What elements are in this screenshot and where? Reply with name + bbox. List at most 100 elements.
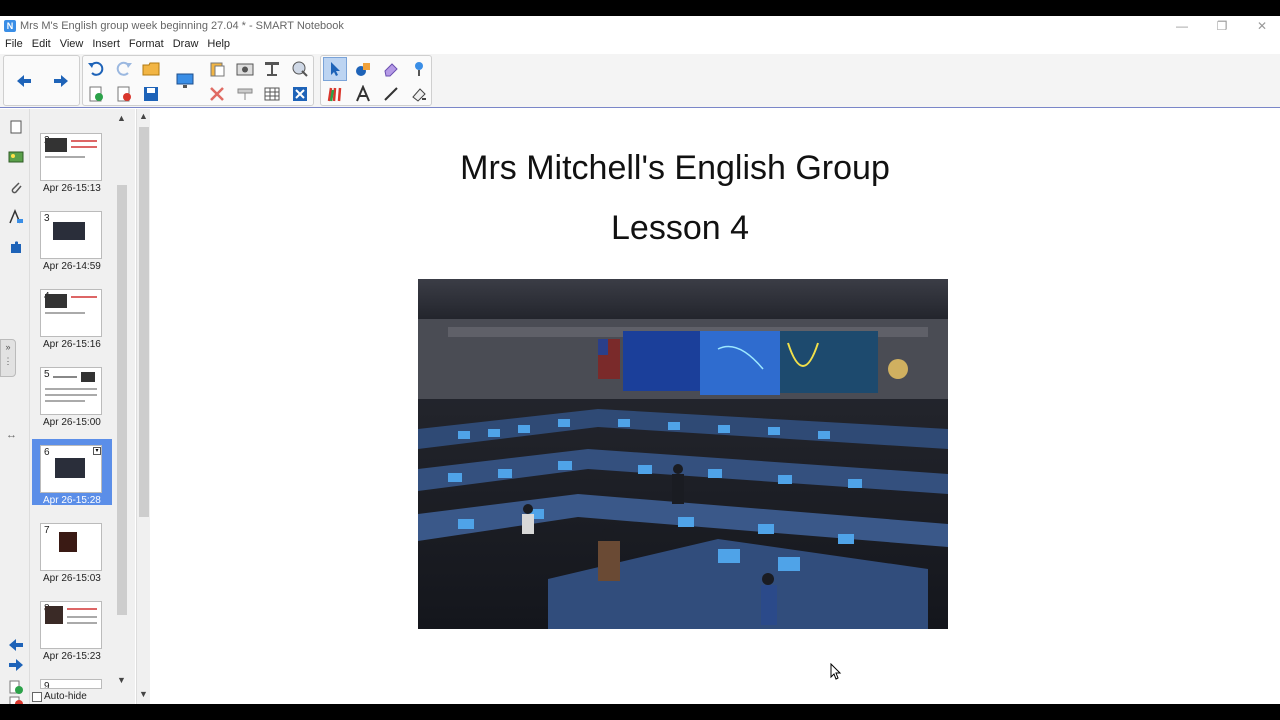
pen-button[interactable] bbox=[351, 57, 375, 81]
page-tools-group bbox=[82, 55, 314, 106]
back-icon bbox=[9, 639, 23, 651]
menu-edit[interactable]: Edit bbox=[31, 38, 55, 50]
save-icon bbox=[144, 87, 158, 101]
back-icon bbox=[17, 75, 31, 87]
screen-shade-button[interactable] bbox=[260, 57, 284, 81]
activity-button[interactable] bbox=[288, 57, 312, 81]
line-button[interactable] bbox=[379, 82, 403, 106]
select-icon bbox=[331, 62, 340, 76]
add-page-icon bbox=[89, 86, 103, 102]
page-date: Apr 26-15:23 bbox=[43, 651, 101, 662]
properties-tab[interactable] bbox=[6, 207, 26, 227]
delete-page-button[interactable] bbox=[112, 82, 136, 106]
thumbnail-image bbox=[45, 138, 67, 152]
page-thumbnail[interactable]: 8 bbox=[40, 601, 102, 649]
page-menu-dropdown[interactable]: ▾ bbox=[93, 447, 101, 455]
paste-button[interactable] bbox=[205, 57, 229, 81]
close-box-button[interactable] bbox=[288, 82, 312, 106]
add-ons-tab[interactable] bbox=[6, 237, 26, 257]
add-page-button[interactable] bbox=[84, 82, 108, 106]
eraser-button[interactable] bbox=[379, 57, 403, 81]
open-button[interactable] bbox=[139, 57, 163, 81]
paperclip-icon bbox=[11, 182, 22, 194]
canvas-scrollbar[interactable]: ▲ ▼ bbox=[136, 109, 150, 704]
side-delete-page-button[interactable] bbox=[6, 693, 26, 704]
shade-toggle-icon bbox=[237, 88, 253, 100]
sorter-scroll-thumb[interactable] bbox=[117, 185, 127, 615]
notebook-canvas[interactable]: Mrs Mitchell's English Group Lesson 4 bbox=[150, 109, 1280, 704]
page-thumbnail[interactable]: 3 bbox=[40, 211, 102, 259]
screen-capture-button[interactable] bbox=[233, 57, 257, 81]
page-thumbnail[interactable]: 2 bbox=[40, 133, 102, 181]
app-icon: N bbox=[4, 20, 16, 32]
smart-notebook-window: N Mrs M's English group week beginning 2… bbox=[0, 16, 1280, 704]
fill-button[interactable] bbox=[407, 82, 431, 106]
shade-toggle-button[interactable] bbox=[233, 82, 257, 106]
redo-button[interactable] bbox=[112, 57, 136, 81]
page-title[interactable]: Mrs Mitchell's English Group bbox=[150, 149, 1200, 188]
delete-page-icon bbox=[9, 696, 23, 704]
menu-help[interactable]: Help bbox=[206, 38, 234, 50]
gallery-icon bbox=[8, 151, 24, 163]
properties-icon bbox=[9, 209, 23, 224]
page-sorter-tab[interactable] bbox=[6, 117, 26, 137]
attachments-tab[interactable] bbox=[6, 177, 26, 197]
mission-control-photo[interactable] bbox=[418, 279, 948, 629]
page-thumbnail[interactable]: 7 bbox=[40, 523, 102, 571]
table-button[interactable] bbox=[260, 82, 284, 106]
title-bar: N Mrs M's English group week beginning 2… bbox=[0, 16, 1280, 36]
fill-icon bbox=[412, 88, 426, 102]
scroll-down-icon[interactable]: ▼ bbox=[139, 689, 148, 699]
menu-draw[interactable]: Draw bbox=[172, 38, 203, 50]
menu-view[interactable]: View bbox=[59, 38, 88, 50]
magic-pen-button[interactable] bbox=[407, 57, 431, 81]
forward-icon bbox=[54, 75, 68, 87]
maximize-button[interactable]: ❐ bbox=[1202, 16, 1242, 36]
sorter-scrollbar[interactable]: ▲ ▼ bbox=[115, 109, 129, 689]
scroll-up-icon[interactable]: ▲ bbox=[117, 113, 126, 123]
back-button[interactable] bbox=[12, 69, 36, 93]
page-date: Apr 26-15:16 bbox=[43, 339, 101, 350]
previous-page-button[interactable] bbox=[6, 635, 26, 655]
display-button[interactable] bbox=[173, 69, 197, 93]
scroll-down-icon[interactable]: ▼ bbox=[117, 675, 126, 685]
paste-icon bbox=[210, 62, 225, 77]
canvas-scroll-thumb[interactable] bbox=[139, 127, 149, 517]
screen-capture-icon bbox=[236, 63, 254, 76]
text-button[interactable] bbox=[351, 82, 375, 106]
draw-tools-group bbox=[320, 55, 432, 106]
next-page-button[interactable] bbox=[6, 655, 26, 675]
puzzle-icon bbox=[11, 241, 21, 253]
menu-file[interactable]: File bbox=[4, 38, 27, 50]
minimize-button[interactable]: — bbox=[1162, 16, 1202, 36]
delete-icon bbox=[210, 87, 224, 101]
autohide-checkbox[interactable]: Auto-hide bbox=[32, 691, 87, 702]
scroll-up-icon[interactable]: ▲ bbox=[139, 111, 148, 121]
line-icon bbox=[384, 87, 398, 101]
checkbox-box[interactable] bbox=[32, 691, 42, 702]
undo-icon bbox=[88, 61, 104, 76]
mouse-cursor-icon bbox=[830, 663, 842, 680]
window-title: Mrs M's English group week beginning 27.… bbox=[20, 20, 344, 32]
forward-button[interactable] bbox=[49, 69, 73, 93]
page-date: Apr 26-14:59 bbox=[43, 261, 101, 272]
undo-button[interactable] bbox=[84, 57, 108, 81]
page-thumbnail[interactable]: 9 bbox=[40, 679, 102, 689]
gallery-tab[interactable] bbox=[6, 147, 26, 167]
creative-pen-button[interactable] bbox=[323, 82, 347, 106]
delete-button[interactable] bbox=[205, 82, 229, 106]
text-icon bbox=[356, 85, 370, 102]
page-thumbnail-selected[interactable]: 6 ▾ bbox=[40, 445, 102, 493]
select-button[interactable] bbox=[323, 57, 347, 81]
page-subtitle[interactable]: Lesson 4 bbox=[150, 209, 1210, 248]
page-thumbnail[interactable]: 5 bbox=[40, 367, 102, 415]
save-button[interactable] bbox=[139, 82, 163, 106]
page-thumbnail[interactable]: 4 bbox=[40, 289, 102, 337]
menu-format[interactable]: Format bbox=[128, 38, 168, 50]
autohide-label: Auto-hide bbox=[44, 691, 87, 702]
sidebar-collapse-handle[interactable]: » ⋮ bbox=[0, 339, 16, 377]
resize-arrow-icon[interactable]: ↔ bbox=[6, 429, 17, 441]
close-button[interactable]: ✕ bbox=[1242, 16, 1280, 36]
activity-icon bbox=[292, 61, 308, 77]
menu-insert[interactable]: Insert bbox=[91, 38, 124, 50]
